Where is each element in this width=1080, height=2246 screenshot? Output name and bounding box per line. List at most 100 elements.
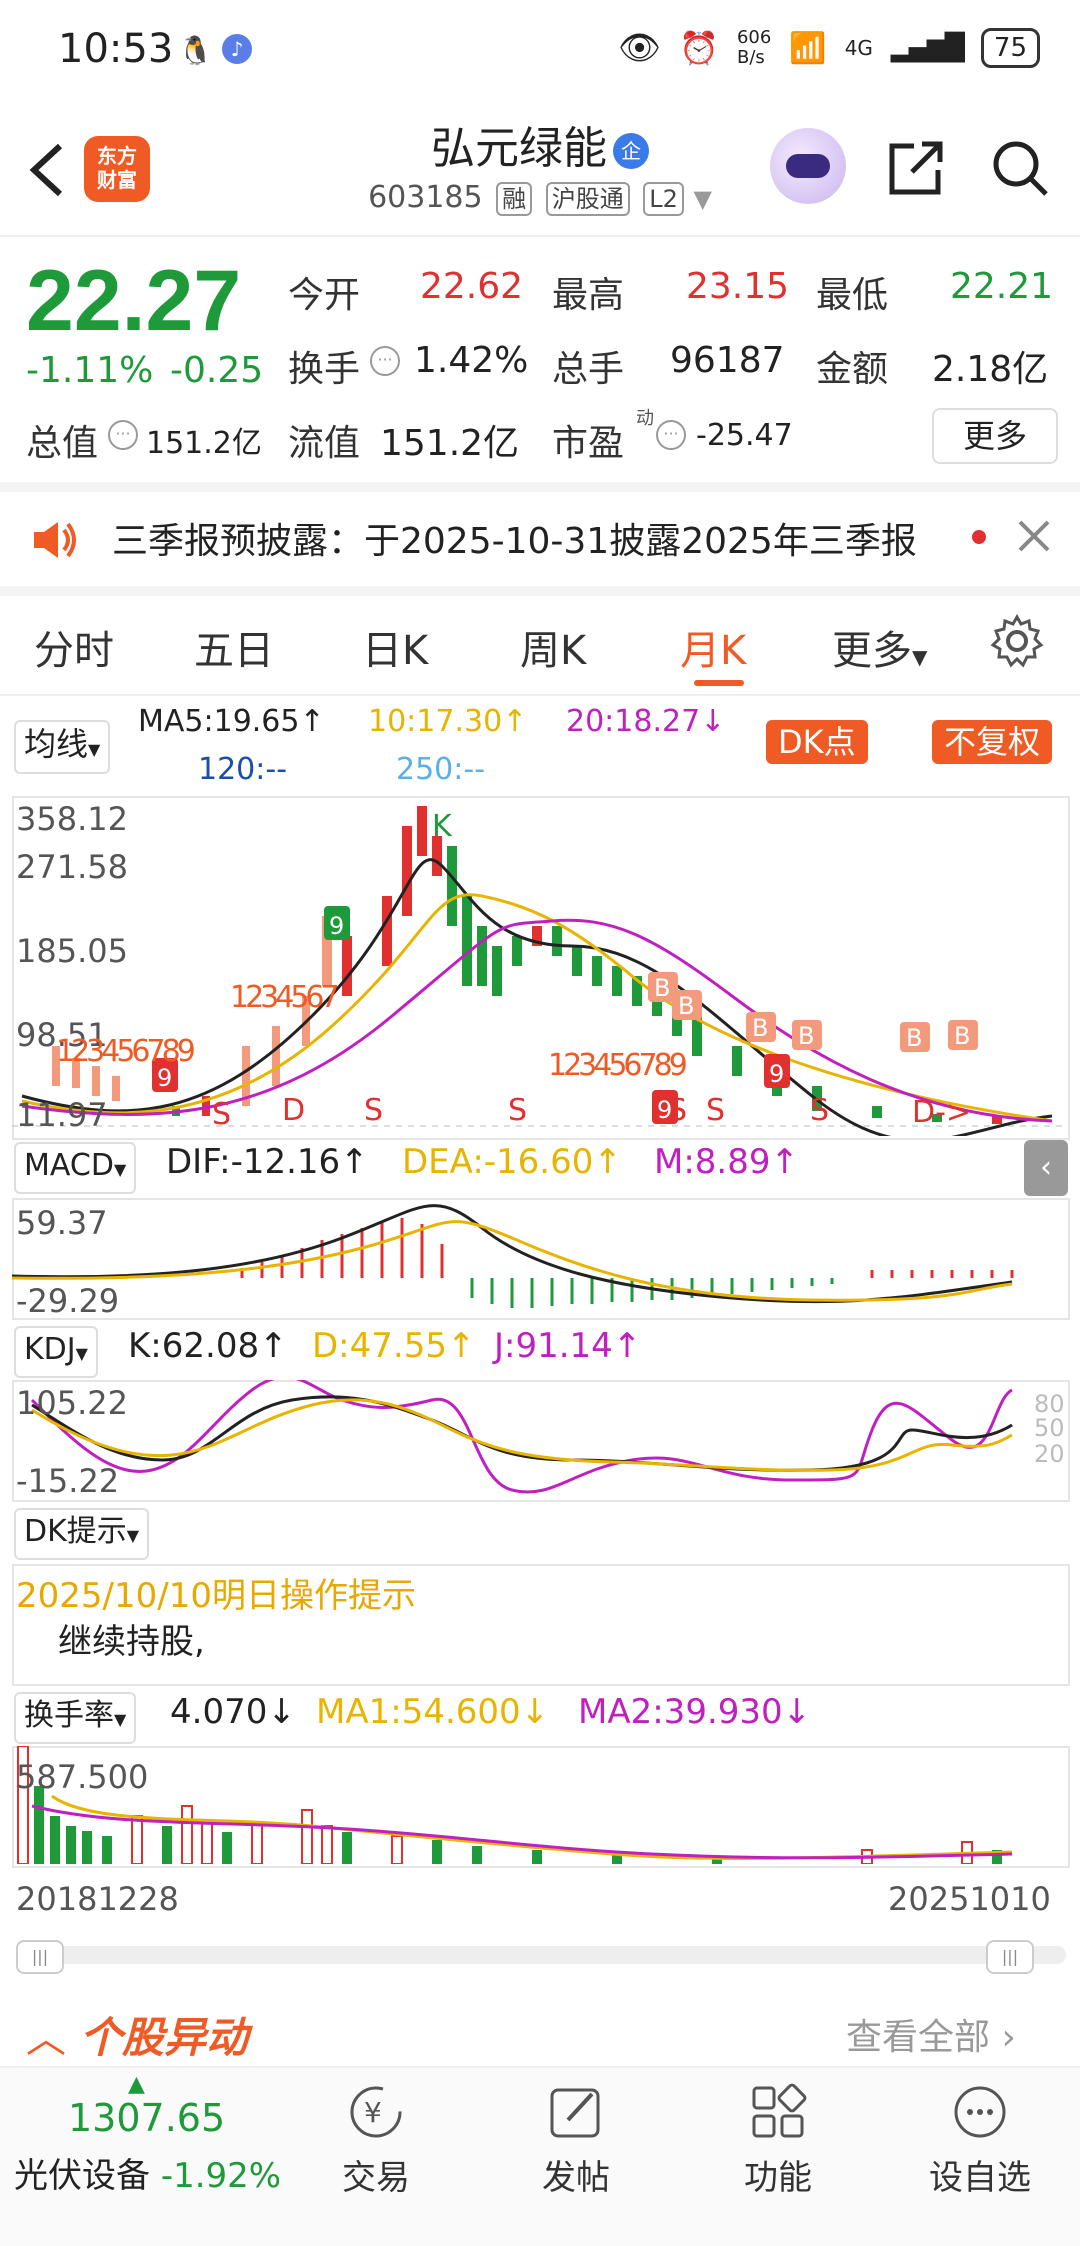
sell-signal: S xyxy=(810,1093,829,1128)
kdj-d: D:47.55↑ xyxy=(312,1326,476,1366)
low-label: 最低 xyxy=(816,275,889,316)
svg-text:B: B xyxy=(678,992,694,1020)
tab-intraday[interactable]: 分时 xyxy=(34,618,114,676)
search-icon[interactable] xyxy=(988,136,1052,200)
view-all-link[interactable]: 查看全部 › xyxy=(846,2008,1016,2060)
macd-select[interactable]: MACD▼ xyxy=(14,1142,137,1194)
turnover-select[interactable]: 换手率▼ xyxy=(14,1692,137,1744)
candle xyxy=(417,806,427,856)
ma5-line xyxy=(21,858,1053,1136)
candle xyxy=(402,826,412,916)
open-value: 22.62 xyxy=(420,266,524,307)
indicator-select[interactable]: 均线▼ xyxy=(14,720,111,774)
turnover-label: 换手 xyxy=(288,349,361,390)
kdj-select-label: KDJ xyxy=(24,1332,76,1367)
index-value[interactable]: 1307.65 xyxy=(68,2096,225,2140)
chevron-down-icon: ▼ xyxy=(113,1160,127,1179)
adjust-button[interactable]: 不复权 xyxy=(932,720,1053,764)
tab-more[interactable]: 更多▼ xyxy=(832,618,927,676)
current-price: 22.27 xyxy=(26,253,242,349)
open-label: 今开 xyxy=(288,275,361,316)
notice-text: 三季报预披露：于2025-10-31披露2025年三季报 xyxy=(112,521,917,562)
dk-tip-select-label: DK提示 xyxy=(24,1514,127,1549)
eye-icon: 👁 xyxy=(617,28,662,68)
nav-watchlist[interactable]: 设自选 xyxy=(910,2080,1050,2199)
range-scrollbar[interactable] xyxy=(16,1946,1066,1964)
dk-point-button[interactable]: DK点 xyxy=(766,720,868,764)
y-axis-label: 358.12 xyxy=(16,800,128,838)
nav-functions[interactable]: 功能 xyxy=(708,2080,848,2199)
candle xyxy=(92,1066,100,1096)
change-amount: -0.25 xyxy=(170,350,264,391)
chevron-down-icon: ▼ xyxy=(693,185,712,213)
kdj-select[interactable]: KDJ▼ xyxy=(14,1326,98,1378)
eastmoney-logo[interactable]: 东方 财富 xyxy=(84,136,150,202)
abnormal-title[interactable]: 个股异动 xyxy=(80,2004,248,2065)
stock-name: 弘元绿能 xyxy=(431,123,607,174)
view-all-label: 查看全部 xyxy=(846,2017,991,2058)
index-info[interactable]: 光伏设备 -1.92% xyxy=(14,2148,281,2197)
svg-text:B: B xyxy=(954,1022,970,1050)
robot-assistant-icon[interactable] xyxy=(770,128,846,204)
index-change: -1.92% xyxy=(160,2156,282,2196)
macd-m: M:8.89↑ xyxy=(654,1142,799,1182)
index-name: 光伏设备 xyxy=(14,2156,150,2196)
sequence-label: 123456789 xyxy=(56,1034,196,1069)
candle xyxy=(342,936,352,996)
alarm-icon: ⏰ xyxy=(679,29,719,67)
k-signal: K xyxy=(432,809,453,844)
info-icon[interactable]: ··· xyxy=(108,420,138,450)
wifi-icon: 📶 xyxy=(789,30,827,66)
share-icon[interactable] xyxy=(884,136,948,200)
tab-monthly-k[interactable]: 月K xyxy=(680,618,746,676)
close-icon[interactable] xyxy=(1016,518,1052,554)
macd-select-label: MACD xyxy=(24,1148,114,1183)
signal-icon: ▂▄▆█ xyxy=(890,33,965,63)
svg-text:9: 9 xyxy=(329,912,344,940)
nav-trade[interactable]: ¥ 交易 xyxy=(306,2080,446,2199)
volume-value: 96187 xyxy=(670,340,785,381)
turnover-value-label: 4.070↓ xyxy=(170,1692,296,1732)
candle xyxy=(572,946,582,976)
candle xyxy=(462,896,472,986)
tab-more-label: 更多 xyxy=(832,628,912,674)
float-label: 流值 xyxy=(288,423,361,464)
margin-tag: 融 xyxy=(496,182,533,216)
svg-text:B: B xyxy=(798,1022,814,1050)
candle xyxy=(492,946,502,996)
back-arrow-icon[interactable] xyxy=(22,140,72,200)
tab-weekly-k[interactable]: 周K xyxy=(520,618,586,676)
range-handle-right[interactable]: ||| xyxy=(986,1940,1034,1974)
info-icon[interactable]: ··· xyxy=(656,420,686,450)
chevron-down-icon: ▼ xyxy=(912,645,928,669)
candle xyxy=(112,1076,120,1101)
candle xyxy=(592,956,602,986)
info-icon[interactable]: ··· xyxy=(370,346,400,376)
candles xyxy=(52,806,1002,1124)
connect-tag: 沪股通 xyxy=(545,182,630,216)
kdj-k: K:62.08↑ xyxy=(128,1326,288,1366)
amount-value: 2.18亿 xyxy=(932,349,1049,390)
sequence-label: 123456789 xyxy=(548,1048,688,1083)
change-percent: -1.11% xyxy=(26,350,154,391)
chevron-down-icon: ▼ xyxy=(88,740,101,759)
ma120-label: 120:-- xyxy=(198,752,288,787)
unread-dot xyxy=(972,530,986,544)
candle xyxy=(732,1046,742,1076)
range-handle-left[interactable]: ||| xyxy=(16,1940,64,1974)
ma250-label: 250:-- xyxy=(396,752,486,787)
d-signal: D xyxy=(282,1093,305,1128)
high-value: 23.15 xyxy=(686,266,790,307)
collapse-panel-button[interactable]: ‹ xyxy=(1024,1140,1068,1196)
dk-tip-select[interactable]: DK提示▼ xyxy=(14,1508,150,1560)
chevron-up-icon: ︿ xyxy=(26,2016,66,2062)
more-button[interactable]: 更多 xyxy=(932,408,1058,464)
nav-post[interactable]: 发帖 xyxy=(506,2080,646,2199)
stock-code-row[interactable]: 603185 融 沪股通 L2 ▼ xyxy=(360,180,720,216)
kline-chart[interactable]: S D S S S S S D-> K B B B B B B 9 9 9 9 xyxy=(12,796,1066,1136)
music-icon: ♪ xyxy=(222,34,252,64)
tab-five-day[interactable]: 五日 xyxy=(194,618,274,676)
gear-icon[interactable] xyxy=(990,614,1044,668)
mktcap-label: 总值 xyxy=(26,423,99,464)
tab-daily-k[interactable]: 日K xyxy=(362,618,428,676)
